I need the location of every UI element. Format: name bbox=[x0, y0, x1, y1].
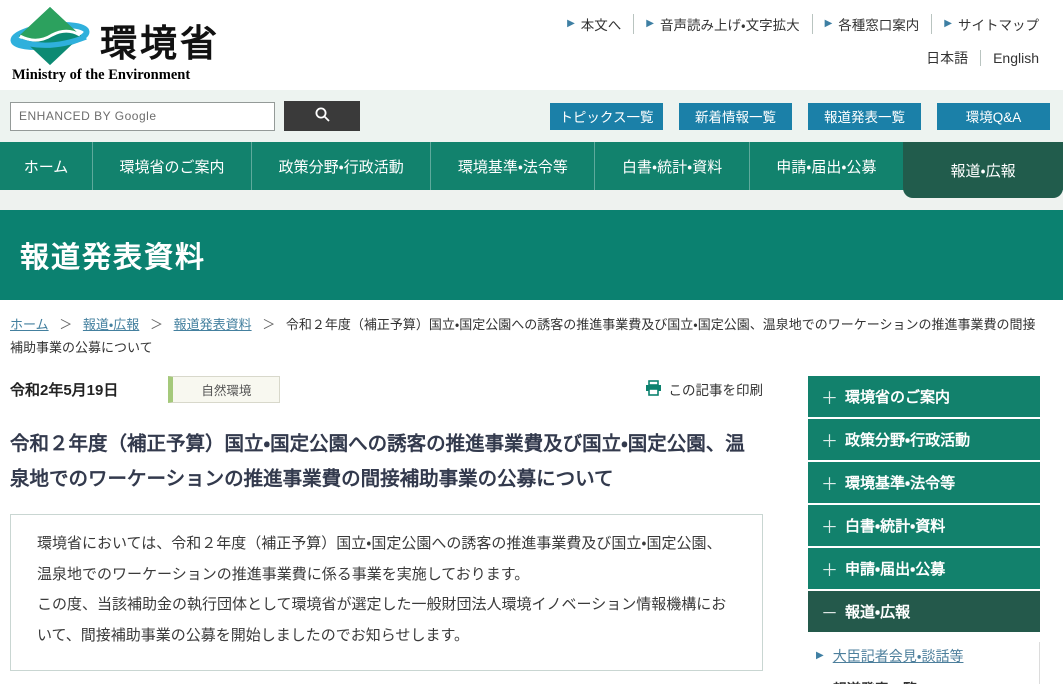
plus-icon: ＋ bbox=[821, 474, 838, 494]
page-title: 報道発表資料 bbox=[20, 242, 207, 274]
minus-icon: － bbox=[821, 603, 838, 623]
nav-item-standards[interactable]: 環境基準・法令等 bbox=[430, 142, 594, 190]
site-header: 環境省 Ministry of the Environment ▶ 本文へ ▶ … bbox=[0, 0, 1063, 90]
plus-icon: ＋ bbox=[821, 431, 838, 451]
submenu-item-minister-press-conference[interactable]: ▶ 大臣記者会見・談話等 bbox=[816, 646, 1039, 666]
print-link[interactable]: この記事を印刷 bbox=[645, 379, 764, 399]
breadcrumb-link-press-materials[interactable]: 報道発表資料 bbox=[174, 317, 252, 332]
article-paragraph: 環境省においては、令和２年度（補正予算）国立・国定公園への誘客の推進事業費及び国… bbox=[37, 534, 722, 583]
arrow-right-icon: ▶ bbox=[816, 649, 824, 661]
nav-item-about[interactable]: 環境省のご案内 bbox=[92, 142, 251, 190]
quick-links: トピックス一覧 新着情報一覧 報道発表一覧 環境Q&A bbox=[550, 102, 1050, 130]
sidebar-item-label: 政策分野・行政活動 bbox=[845, 431, 971, 449]
sidebar-item-applications[interactable]: ＋ 申請・届出・公募 bbox=[808, 547, 1040, 589]
search-bar: トピックス一覧 新着情報一覧 報道発表一覧 環境Q&A bbox=[0, 90, 1063, 142]
article: 令和2年5月19日 自然環境 この記事を印刷 令和２年度（補正予算）国立・国定公… bbox=[10, 375, 764, 671]
arrow-right-icon: ▶ bbox=[646, 18, 654, 29]
sidebar-item-whitepapers[interactable]: ＋ 白書・統計・資料 bbox=[808, 504, 1040, 546]
sidebar-item-press[interactable]: － 報道・広報 bbox=[808, 590, 1040, 632]
sidebar: ＋ 環境省のご案内 ＋ 政策分野・行政活動 ＋ 環境基準・法令等 ＋ 白書・統計… bbox=[808, 375, 1040, 684]
article-date: 令和2年5月19日 bbox=[10, 381, 119, 399]
breadcrumb-separator: ＞ bbox=[262, 317, 276, 332]
search-button[interactable] bbox=[284, 101, 360, 131]
utility-link-label: 本文へ bbox=[580, 18, 622, 33]
utility-link-label: 各種窓口案内 bbox=[838, 18, 920, 33]
logo-subtitle: Ministry of the Environment bbox=[12, 67, 191, 83]
breadcrumb-link-press[interactable]: 報道・広報 bbox=[83, 317, 139, 332]
utility-nav: ▶ 本文へ ▶ 音声読み上げ・文字拡大 ▶ 各種窓口案内 ▶ サイトマップ bbox=[555, 14, 1051, 34]
nav-item-policy[interactable]: 政策分野・行政活動 bbox=[251, 142, 430, 190]
sidebar-item-label: 申請・届出・公募 bbox=[845, 560, 946, 578]
category-badge[interactable]: 自然環境 bbox=[168, 375, 281, 403]
search-input[interactable] bbox=[10, 101, 275, 131]
utility-link-accessibility[interactable]: ▶ 音声読み上げ・文字拡大 bbox=[633, 14, 811, 34]
sidebar-item-label: 環境省のご案内 bbox=[845, 388, 951, 406]
plus-icon: ＋ bbox=[821, 517, 838, 537]
utility-link-label: サイトマップ bbox=[958, 18, 1039, 33]
print-label: この記事を印刷 bbox=[668, 383, 764, 399]
utility-link-contact[interactable]: ▶ 各種窓口案内 bbox=[811, 14, 932, 34]
language-switcher: 日本語 English bbox=[914, 48, 1051, 68]
moe-logo[interactable]: 環境省 Ministry of the Environment bbox=[10, 6, 340, 84]
article-body: 環境省においては、令和２年度（補正予算）国立・国定公園への誘客の推進事業費及び国… bbox=[10, 513, 763, 671]
sidebar-item-policy[interactable]: ＋ 政策分野・行政活動 bbox=[808, 418, 1040, 460]
sidebar-item-label: 報道・広報 bbox=[845, 603, 911, 621]
quick-link-topics[interactable]: トピックス一覧 bbox=[550, 102, 663, 130]
arrow-right-icon: ▶ bbox=[944, 18, 952, 29]
content-area: 令和2年5月19日 自然環境 この記事を印刷 令和２年度（補正予算）国立・国定公… bbox=[0, 366, 1063, 684]
nav-item-whitepapers[interactable]: 白書・統計・資料 bbox=[594, 142, 748, 190]
utility-link-skip[interactable]: ▶ 本文へ bbox=[555, 14, 633, 34]
breadcrumb-current: 令和２年度（補正予算）国立・国定公園への誘客の推進事業費及び国立・国定公園、温泉… bbox=[10, 317, 1036, 356]
lang-japanese[interactable]: 日本語 bbox=[914, 48, 980, 68]
utility-link-sitemap[interactable]: ▶ サイトマップ bbox=[931, 14, 1051, 34]
breadcrumb-separator: ＞ bbox=[59, 317, 73, 332]
nav-item-home[interactable]: ホーム bbox=[0, 142, 92, 190]
article-title: 令和２年度（補正予算）国立・国定公園への誘客の推進事業費及び国立・国定公園、温泉… bbox=[10, 432, 745, 490]
nav-item-press[interactable]: 報道・広報 bbox=[903, 142, 1063, 198]
sidebar-item-standards[interactable]: ＋ 環境基準・法令等 bbox=[808, 461, 1040, 503]
sidebar-item-about[interactable]: ＋ 環境省のご案内 bbox=[808, 375, 1040, 417]
nav-item-applications[interactable]: 申請・届出・公募 bbox=[748, 142, 903, 190]
printer-icon bbox=[645, 379, 662, 399]
breadcrumb: ホーム ＞ 報道・広報 ＞ 報道発表資料 ＞ 令和２年度（補正予算）国立・国定公… bbox=[0, 300, 1063, 366]
quick-link-press-releases[interactable]: 報道発表一覧 bbox=[808, 102, 921, 130]
submenu-link-label: 大臣記者会見・談話等 bbox=[832, 647, 964, 664]
sidebar-item-label: 白書・統計・資料 bbox=[845, 517, 946, 535]
sidebar-submenu: ▶ 大臣記者会見・談話等 ▶ 報道発表一覧 bbox=[808, 641, 1040, 684]
arrow-right-icon: ▶ bbox=[824, 18, 833, 29]
breadcrumb-separator: ＞ bbox=[149, 317, 163, 332]
plus-icon: ＋ bbox=[821, 560, 838, 580]
page-banner: 報道発表資料 bbox=[0, 210, 1063, 300]
submenu-item-press-release-list[interactable]: ▶ 報道発表一覧 bbox=[816, 679, 1039, 684]
arrow-right-icon: ▶ bbox=[567, 18, 575, 29]
lang-english[interactable]: English bbox=[980, 50, 1051, 66]
quick-link-whats-new[interactable]: 新着情報一覧 bbox=[679, 102, 792, 130]
utility-link-label: 音声読み上げ・文字拡大 bbox=[660, 18, 800, 33]
plus-icon: ＋ bbox=[821, 388, 838, 408]
sidebar-item-label: 環境基準・法令等 bbox=[845, 474, 956, 492]
article-meta-row: 令和2年5月19日 自然環境 この記事を印刷 bbox=[10, 375, 764, 403]
search-icon bbox=[314, 106, 331, 126]
moe-logo-mark-icon bbox=[10, 6, 90, 73]
logo-title: 環境省 bbox=[100, 22, 220, 64]
global-nav: ホーム 環境省のご案内 政策分野・行政活動 環境基準・法令等 白書・統計・資料 … bbox=[0, 142, 1063, 198]
submenu-link-label: 報道発表一覧 bbox=[833, 679, 917, 684]
article-paragraph: この度、当該補助金の執行団体として環境省が選定した一般財団法人環境イノベーション… bbox=[37, 596, 727, 645]
quick-link-qa[interactable]: 環境Q&A bbox=[937, 102, 1050, 130]
breadcrumb-link-home[interactable]: ホーム bbox=[10, 317, 49, 332]
